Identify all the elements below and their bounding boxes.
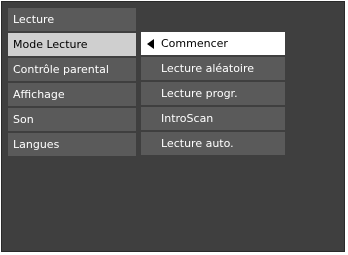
submenu-item-commencer[interactable]: Commencer xyxy=(141,32,285,55)
menu-item-affichage[interactable]: Affichage xyxy=(8,83,136,106)
submenu-item-lecture-aleatoire[interactable]: Lecture aléatoire xyxy=(141,57,285,80)
menu-item-son[interactable]: Son xyxy=(8,108,136,131)
submenu-item-label: Commencer xyxy=(161,37,228,50)
submenu-item-label: Lecture progr. xyxy=(161,87,238,100)
menu-item-lecture[interactable]: Lecture xyxy=(8,8,136,31)
menu-item-controle-parental[interactable]: Contrôle parental xyxy=(8,58,136,81)
menu-item-mode-lecture[interactable]: Mode Lecture xyxy=(8,33,136,56)
submenu-item-label: Lecture auto. xyxy=(161,137,234,150)
menu-item-langues[interactable]: Langues xyxy=(8,133,136,156)
submenu-item-introscan[interactable]: IntroScan xyxy=(141,107,285,130)
submenu-item-label: IntroScan xyxy=(161,112,214,125)
submenu-item-lecture-auto[interactable]: Lecture auto. xyxy=(141,132,285,155)
submenu-item-lecture-progr[interactable]: Lecture progr. xyxy=(141,82,285,105)
osd-screen: Lecture Mode Lecture Contrôle parental A… xyxy=(1,1,345,252)
left-arrow-icon xyxy=(147,39,154,49)
submenu-item-label: Lecture aléatoire xyxy=(161,62,255,75)
